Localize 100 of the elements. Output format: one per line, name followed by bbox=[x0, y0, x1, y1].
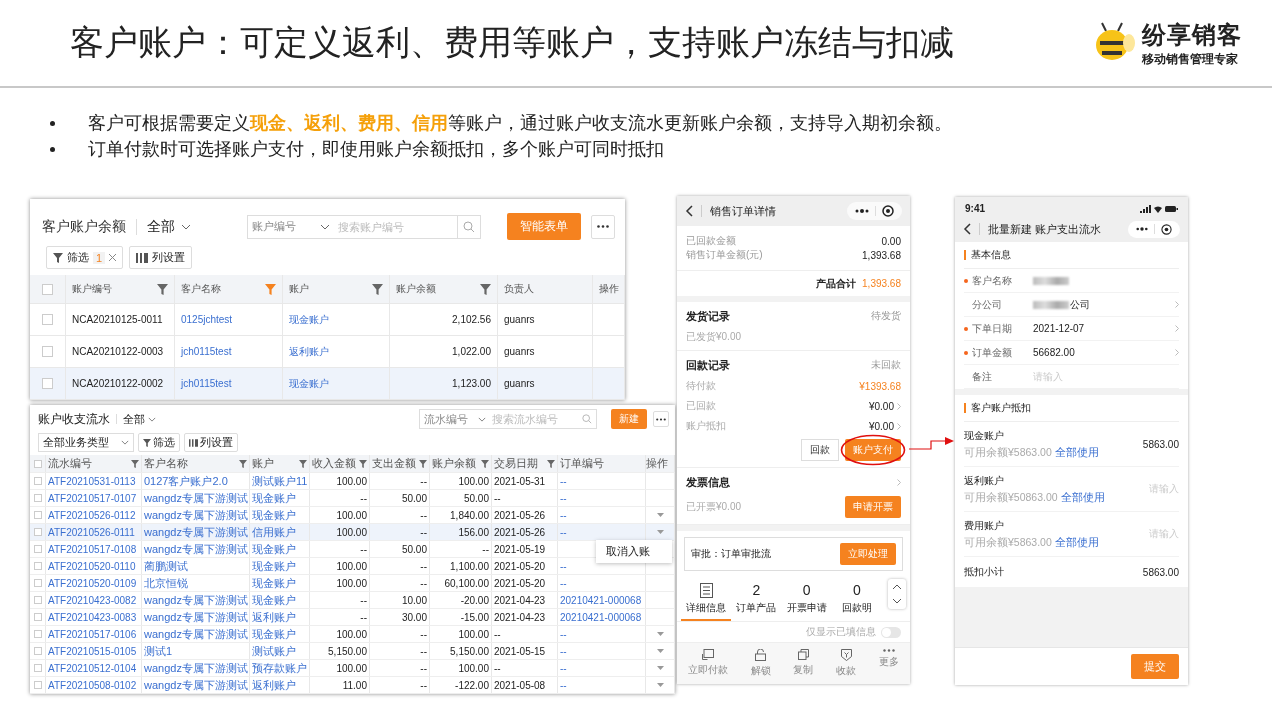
flow-number-link[interactable]: ATF20210517-0106 bbox=[48, 628, 137, 640]
order-link[interactable]: 20210421-000068 bbox=[560, 594, 642, 606]
chevron-right-icon[interactable] bbox=[1175, 325, 1179, 332]
customer-link[interactable]: wangdz专属下游测试 bbox=[144, 541, 248, 557]
chevron-right-icon[interactable] bbox=[1175, 349, 1179, 356]
back-icon[interactable] bbox=[685, 205, 693, 217]
checkbox[interactable] bbox=[33, 596, 42, 604]
filter-icon[interactable] bbox=[131, 459, 139, 468]
checkbox[interactable] bbox=[33, 562, 42, 570]
customer-link[interactable]: jch0115test bbox=[181, 378, 232, 389]
toolbar-button[interactable]: 解锁 bbox=[750, 649, 771, 678]
filter-icon[interactable] bbox=[157, 283, 168, 295]
account-link[interactable]: 现金账户 bbox=[289, 312, 329, 327]
more-icon[interactable] bbox=[855, 209, 869, 213]
customer-link[interactable]: jch0115test bbox=[181, 346, 232, 357]
toolbar-button[interactable]: 复制 bbox=[793, 649, 814, 678]
account-link[interactable]: 预存款账户 bbox=[252, 660, 307, 676]
customer-link[interactable]: wangdz专属下游测试 bbox=[144, 490, 248, 506]
customer-link[interactable]: wangdz专属下游测试 bbox=[144, 524, 248, 540]
chevron-right-icon[interactable] bbox=[1175, 301, 1179, 308]
filter-icon[interactable] bbox=[419, 459, 427, 468]
order-link[interactable]: -- bbox=[560, 475, 567, 487]
account-link[interactable]: 现金账户 bbox=[252, 558, 296, 574]
checkbox[interactable] bbox=[33, 459, 42, 468]
customer-link[interactable]: 测试1 bbox=[144, 643, 173, 659]
search-scope[interactable]: 流水编号 bbox=[424, 411, 474, 427]
flow-number-link[interactable]: ATF20210423-0083 bbox=[48, 611, 137, 623]
order-link[interactable]: -- bbox=[560, 679, 567, 691]
more-icon[interactable] bbox=[1136, 227, 1148, 231]
capsule-menu[interactable] bbox=[1128, 220, 1180, 238]
account-link[interactable]: 现金账户 bbox=[289, 376, 329, 391]
customer-link[interactable]: wangdz专属下游测试 bbox=[144, 626, 248, 642]
checkbox[interactable] bbox=[42, 346, 53, 357]
customer-link[interactable]: 0127客户账户2.0 bbox=[144, 473, 228, 489]
checkbox[interactable] bbox=[33, 477, 42, 485]
caret-down-icon[interactable] bbox=[656, 666, 664, 670]
account-link[interactable]: 现金账户 bbox=[252, 592, 296, 608]
customer-link[interactable]: 蔺鹏测试 bbox=[144, 558, 188, 574]
order-link[interactable]: -- bbox=[560, 509, 567, 521]
view-dropdown[interactable]: 全部 bbox=[147, 217, 191, 236]
customer-link[interactable]: wangdz专属下游测试 bbox=[144, 609, 248, 625]
account-link[interactable]: 信用账户 bbox=[252, 524, 296, 540]
order-link[interactable]: -- bbox=[560, 492, 567, 504]
account-link[interactable]: 现金账户 bbox=[252, 490, 296, 506]
filter-icon[interactable] bbox=[480, 283, 491, 295]
account-link[interactable]: 返利账户 bbox=[289, 344, 329, 359]
customer-link[interactable]: 北京恒锐 bbox=[144, 575, 188, 591]
checkbox[interactable] bbox=[33, 528, 42, 536]
type-dropdown[interactable]: 全部业务类型 bbox=[38, 433, 134, 452]
checkbox[interactable] bbox=[42, 378, 53, 389]
caret-down-icon[interactable] bbox=[656, 513, 664, 517]
order-link[interactable]: 20210421-000068 bbox=[560, 611, 642, 623]
capsule-menu[interactable] bbox=[847, 202, 902, 220]
checkbox[interactable] bbox=[33, 681, 42, 689]
flow-number-link[interactable]: ATF20210526-0111 bbox=[48, 526, 135, 538]
filter-icon[interactable] bbox=[239, 459, 247, 468]
tab[interactable]: 0 回款明 bbox=[831, 581, 882, 622]
toggle-switch[interactable] bbox=[881, 626, 901, 638]
checkbox[interactable] bbox=[33, 545, 42, 553]
tab[interactable]: 0 开票申请 bbox=[781, 581, 832, 622]
order-link[interactable]: -- bbox=[560, 628, 567, 640]
filter-icon[interactable] bbox=[372, 283, 383, 295]
checkbox[interactable] bbox=[42, 314, 53, 325]
filter-icon[interactable] bbox=[481, 459, 489, 468]
account-link[interactable]: 测试账户11 bbox=[252, 473, 308, 489]
toolbar-button[interactable]: 更多 bbox=[878, 649, 899, 678]
toolbar-button[interactable]: 立即付款 bbox=[688, 649, 729, 678]
order-link[interactable]: -- bbox=[560, 560, 567, 572]
back-icon[interactable] bbox=[963, 223, 971, 235]
chevron-up-icon[interactable] bbox=[892, 584, 902, 591]
flow-number-link[interactable]: ATF20210512-0104 bbox=[48, 662, 137, 674]
more-button[interactable] bbox=[653, 411, 669, 427]
chevron-down-icon[interactable] bbox=[892, 598, 902, 605]
search-scope[interactable]: 账户编号 bbox=[252, 219, 314, 234]
account-link[interactable]: 返利账户 bbox=[252, 677, 296, 693]
filter-icon[interactable] bbox=[359, 459, 367, 468]
menu-item[interactable]: 取消入账 bbox=[606, 545, 650, 557]
account-link[interactable]: 现金账户 bbox=[252, 507, 296, 523]
flow-number-link[interactable]: ATF20210531-0113 bbox=[48, 475, 136, 487]
use-all-link[interactable]: 全部使用 bbox=[1054, 535, 1099, 548]
customer-link[interactable]: wangdz专属下游测试 bbox=[144, 660, 248, 676]
flow-number-link[interactable]: ATF20210520-0109 bbox=[48, 577, 137, 589]
column-settings-button[interactable]: 列设置 bbox=[129, 246, 193, 269]
flow-number-link[interactable]: ATF20210515-0105 bbox=[48, 645, 137, 657]
use-all-link[interactable]: 全部使用 bbox=[1054, 445, 1099, 458]
filter-icon[interactable] bbox=[299, 459, 307, 468]
flow-number-link[interactable]: ATF20210517-0108 bbox=[48, 543, 137, 555]
caret-down-icon[interactable] bbox=[656, 632, 664, 636]
flow-number-link[interactable]: ATF20210508-0102 bbox=[48, 679, 137, 691]
account-link[interactable]: 返利账户 bbox=[252, 609, 296, 625]
flow-number-link[interactable]: ATF20210520-0110 bbox=[48, 560, 136, 572]
account-link[interactable]: 现金账户 bbox=[252, 626, 296, 642]
action-button[interactable]: 回款 bbox=[801, 439, 839, 462]
order-link[interactable]: -- bbox=[560, 526, 567, 538]
tab[interactable]: 2 订单产品 bbox=[731, 581, 782, 622]
filter-icon[interactable] bbox=[265, 283, 276, 295]
caret-down-icon[interactable] bbox=[656, 683, 664, 687]
chevron-right-icon[interactable] bbox=[897, 478, 901, 486]
checkbox[interactable] bbox=[33, 647, 42, 655]
order-link[interactable]: -- bbox=[560, 577, 567, 589]
